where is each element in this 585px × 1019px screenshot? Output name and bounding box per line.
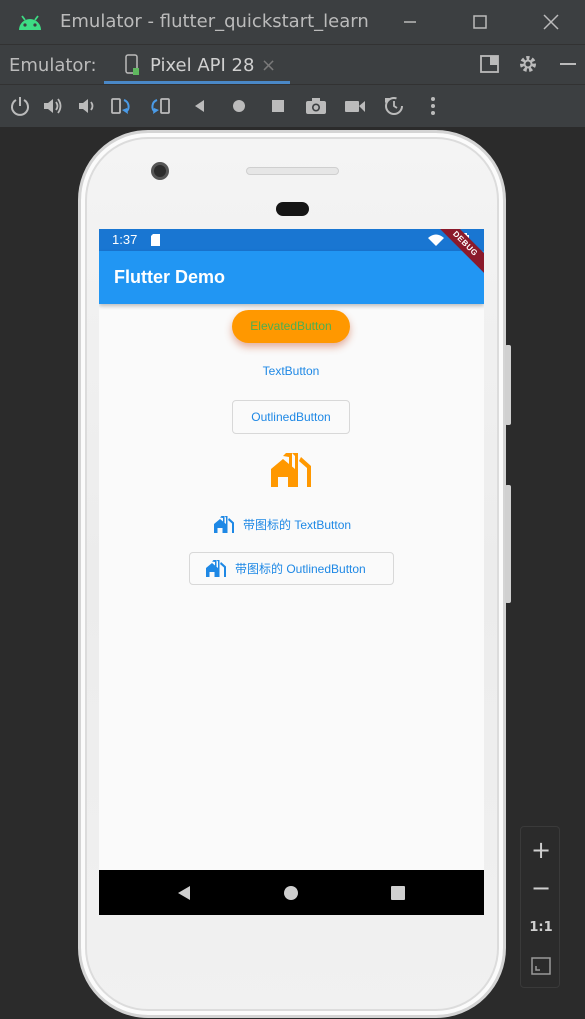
emulator-toolbar: [0, 84, 585, 128]
android-nav-bar: [99, 870, 484, 915]
zoom-panel: + − 1:1: [520, 826, 560, 988]
camera-icon[interactable]: [305, 95, 327, 117]
volume-up-icon[interactable]: [42, 95, 64, 117]
app-title: Flutter Demo: [114, 267, 226, 287]
minimize-icon[interactable]: [398, 10, 422, 34]
rotate-right-icon[interactable]: [149, 95, 171, 117]
window-title: Emulator - flutter_quickstart_learn: [60, 11, 369, 32]
nav-back-icon[interactable]: [175, 884, 193, 902]
gear-icon[interactable]: [517, 53, 539, 75]
more-options-icon[interactable]: [422, 95, 444, 117]
nav-overview-icon[interactable]: [389, 884, 407, 902]
rotate-left-icon[interactable]: [110, 95, 132, 117]
window-layout-icon[interactable]: [479, 53, 501, 75]
wifi-icon: [428, 234, 444, 246]
power-side-button: [505, 345, 511, 425]
window-titlebar: Emulator - flutter_quickstart_learn: [0, 0, 585, 44]
home-icon[interactable]: [228, 95, 250, 117]
back-icon[interactable]: [189, 95, 211, 117]
volume-side-button: [505, 485, 511, 603]
tab-label: Pixel API 28: [150, 55, 255, 76]
front-camera: [151, 162, 169, 180]
status-time: 1:37: [112, 232, 138, 247]
home-work-icon: [206, 560, 226, 577]
nav-home-icon[interactable]: [282, 884, 300, 902]
sd-card-icon: [151, 234, 160, 246]
text-button-with-icon[interactable]: 带图标的 TextButton: [213, 513, 373, 535]
volume-down-icon[interactable]: [76, 95, 98, 117]
zoom-out-button[interactable]: −: [521, 873, 561, 903]
zoom-in-button[interactable]: +: [521, 835, 561, 865]
zoom-fit-icon[interactable]: [531, 957, 551, 975]
outlined-button-with-icon-label: 带图标的 OutlinedButton: [235, 562, 366, 576]
device-screen: 1:37 Flutter Demo DEBUG ElevatedButton T…: [99, 229, 484, 915]
home-work-icon: [214, 515, 234, 533]
emulator-label: Emulator:: [9, 55, 97, 76]
hide-panel-icon[interactable]: [557, 53, 579, 75]
earpiece: [276, 202, 309, 216]
text-button-with-icon-label: 带图标的 TextButton: [243, 517, 352, 532]
app-bar: Flutter Demo: [99, 251, 484, 304]
phone-device-icon: [125, 54, 139, 75]
elevated-button[interactable]: ElevatedButton: [232, 310, 350, 343]
snapshot-restore-icon[interactable]: [383, 95, 405, 117]
android-icon: [19, 15, 41, 30]
emulator-tabbar: Emulator: Pixel API 28 ×: [0, 44, 585, 84]
top-speaker: [246, 167, 339, 175]
power-icon[interactable]: [9, 95, 31, 117]
video-record-icon[interactable]: [344, 95, 366, 117]
tab-close-icon[interactable]: ×: [261, 55, 276, 76]
outlined-button[interactable]: OutlinedButton: [232, 400, 350, 434]
home-work-icon: [271, 453, 311, 487]
outlined-button-with-icon[interactable]: 带图标的 OutlinedButton: [189, 552, 394, 585]
maximize-icon[interactable]: [468, 10, 492, 34]
overview-icon[interactable]: [267, 95, 289, 117]
android-status-bar: 1:37: [99, 229, 484, 251]
zoom-actual-size-button[interactable]: 1:1: [521, 913, 561, 943]
close-icon[interactable]: [539, 10, 563, 34]
text-button[interactable]: TextButton: [247, 361, 335, 381]
tab-pixel-api-28[interactable]: Pixel API 28 ×: [104, 45, 290, 85]
